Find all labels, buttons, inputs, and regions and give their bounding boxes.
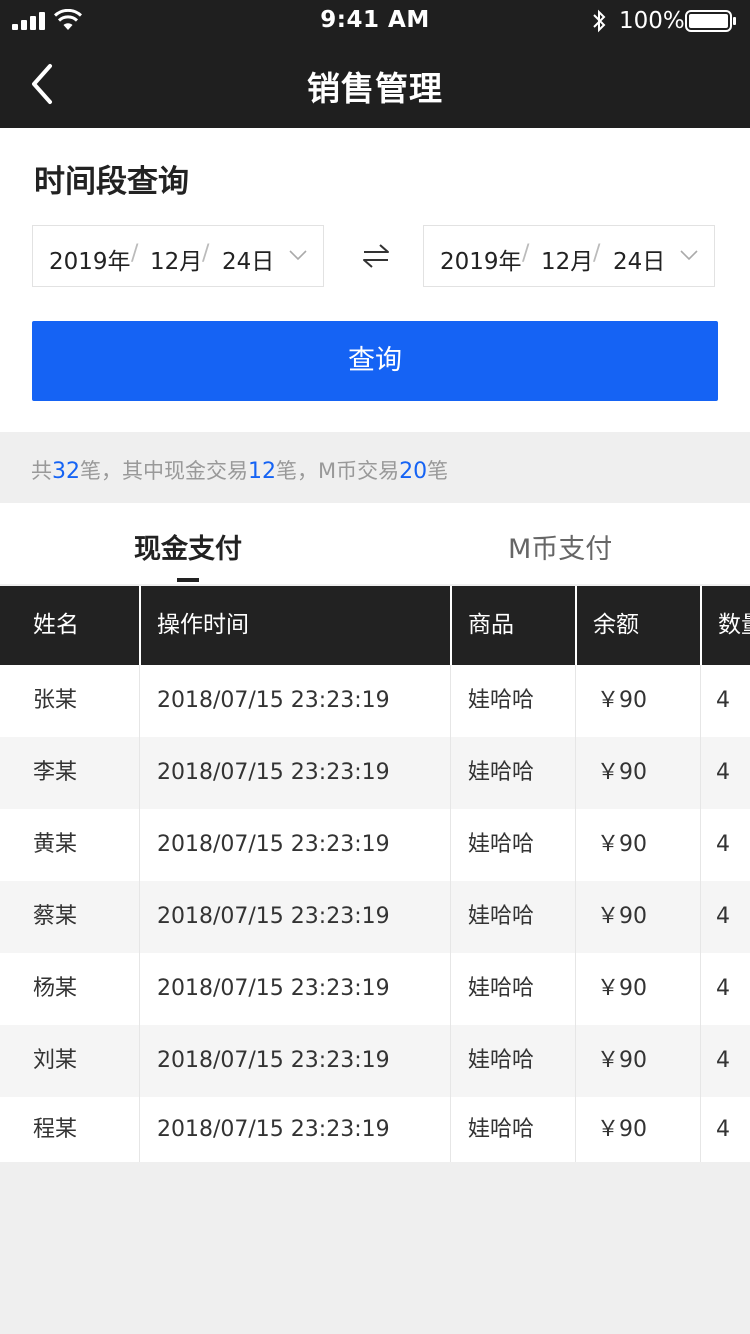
cell-time: 2018/07/15 23:23:19 <box>157 976 390 1001</box>
cell-quantity: 4 <box>716 832 730 857</box>
cell-product: 娃哈哈 <box>468 688 535 713</box>
cell-balance: ￥90 <box>597 976 647 1001</box>
swap-icon[interactable] <box>362 242 390 270</box>
start-day: 24日 <box>222 249 275 275</box>
column-divider <box>450 665 451 1162</box>
column-header-quantity: 数量 <box>718 612 750 638</box>
payment-tabs: 现金支付 M币支付 <box>0 503 750 584</box>
section-title: 时间段查询 <box>34 164 189 200</box>
table-row[interactable]: 刘某 2018/07/15 23:23:19 娃哈哈 ￥90 4 <box>0 1025 750 1097</box>
date-separator: / <box>202 241 210 266</box>
battery-percentage: 100% <box>619 8 685 34</box>
end-date-picker[interactable]: 2019年 / 12月 / 24日 <box>423 225 715 287</box>
chevron-down-icon <box>680 250 698 261</box>
cell-quantity: 4 <box>716 760 730 785</box>
cell-quantity: 4 <box>716 688 730 713</box>
cell-balance: ￥90 <box>597 1117 647 1142</box>
header-divider <box>700 586 702 665</box>
tab-cash-payment[interactable]: 现金支付 <box>134 527 242 566</box>
cell-balance: ￥90 <box>597 688 647 713</box>
cell-quantity: 4 <box>716 904 730 929</box>
table-row[interactable]: 蔡某 2018/07/15 23:23:19 娃哈哈 ￥90 4 <box>0 881 750 953</box>
transaction-summary: 共32笔，其中现金交易12笔，M币交易20笔 <box>0 432 750 502</box>
cell-balance: ￥90 <box>597 1048 647 1073</box>
table-header: 姓名 操作时间 商品 余额 数量 <box>0 586 750 665</box>
header-divider <box>139 586 141 665</box>
cell-name: 杨某 <box>33 976 78 1001</box>
cell-name: 蔡某 <box>33 904 78 929</box>
cell-time: 2018/07/15 23:23:19 <box>157 688 390 713</box>
cell-time: 2018/07/15 23:23:19 <box>157 1117 390 1142</box>
cell-product: 娃哈哈 <box>468 904 535 929</box>
header-divider <box>575 586 577 665</box>
column-header-product: 商品 <box>468 612 514 638</box>
header-divider <box>450 586 452 665</box>
chevron-down-icon <box>289 250 307 261</box>
cell-name: 张某 <box>33 688 78 713</box>
date-separator: / <box>593 241 601 266</box>
cell-product: 娃哈哈 <box>468 1117 535 1142</box>
end-month: 12月 <box>541 249 594 275</box>
date-separator: / <box>131 241 139 266</box>
sales-table: 姓名 操作时间 商品 余额 数量 张某 2018/07/15 23:23:19 … <box>0 586 750 1162</box>
column-header-time: 操作时间 <box>157 612 249 638</box>
end-year: 2019年 <box>440 249 522 275</box>
cell-balance: ￥90 <box>597 760 647 785</box>
start-date-picker[interactable]: 2019年 / 12月 / 24日 <box>32 225 324 287</box>
table-row[interactable]: 杨某 2018/07/15 23:23:19 娃哈哈 ￥90 4 <box>0 953 750 1025</box>
summary-mid1: 笔，其中现金交易 <box>80 459 248 483</box>
summary-cash-count: 12 <box>248 459 276 484</box>
table-row[interactable]: 黄某 2018/07/15 23:23:19 娃哈哈 ￥90 4 <box>0 809 750 881</box>
table-row[interactable]: 李某 2018/07/15 23:23:19 娃哈哈 ￥90 4 <box>0 737 750 809</box>
cell-name: 黄某 <box>33 832 78 857</box>
summary-prefix: 共 <box>31 459 52 483</box>
page-title: 销售管理 <box>307 69 443 108</box>
table-row[interactable]: 张某 2018/07/15 23:23:19 娃哈哈 ￥90 4 <box>0 665 750 737</box>
date-separator: / <box>522 241 530 266</box>
cell-balance: ￥90 <box>597 904 647 929</box>
column-divider <box>139 665 140 1162</box>
cell-time: 2018/07/15 23:23:19 <box>157 760 390 785</box>
cell-name: 刘某 <box>33 1048 78 1073</box>
cell-product: 娃哈哈 <box>468 832 535 857</box>
cell-product: 娃哈哈 <box>468 760 535 785</box>
summary-text: 共32笔，其中现金交易12笔，M币交易20笔 <box>31 455 448 485</box>
summary-total: 32 <box>52 459 80 484</box>
top-bar: 9:41 AM 100% 销售管理 <box>0 0 750 128</box>
active-tab-indicator <box>177 578 199 582</box>
cell-product: 娃哈哈 <box>468 1048 535 1073</box>
table-row[interactable]: 程某 2018/07/15 23:23:19 娃哈哈 ￥90 4 <box>0 1097 750 1162</box>
end-day: 24日 <box>613 249 666 275</box>
cell-time: 2018/07/15 23:23:19 <box>157 832 390 857</box>
cell-balance: ￥90 <box>597 832 647 857</box>
cell-name: 李某 <box>33 760 78 785</box>
cell-quantity: 4 <box>716 976 730 1001</box>
summary-mid2: 笔，M币交易 <box>276 459 400 483</box>
cell-time: 2018/07/15 23:23:19 <box>157 1048 390 1073</box>
query-button[interactable]: 查询 <box>32 321 718 401</box>
column-header-balance: 余额 <box>593 612 639 638</box>
tab-mcoin-payment[interactable]: M币支付 <box>508 527 612 566</box>
cell-quantity: 4 <box>716 1048 730 1073</box>
battery-icon <box>685 10 736 32</box>
navigation-bar: 销售管理 <box>0 42 750 128</box>
column-divider <box>575 665 576 1162</box>
cell-time: 2018/07/15 23:23:19 <box>157 904 390 929</box>
column-divider <box>700 665 701 1162</box>
status-bar: 9:41 AM 100% <box>0 0 750 42</box>
summary-suffix: 笔 <box>427 459 449 483</box>
cell-product: 娃哈哈 <box>468 976 535 1001</box>
bluetooth-icon <box>593 9 606 33</box>
start-year: 2019年 <box>49 249 131 275</box>
column-header-name: 姓名 <box>33 612 79 638</box>
cell-name: 程某 <box>33 1117 78 1142</box>
summary-mcoin-count: 20 <box>399 459 428 484</box>
query-card: 时间段查询 2019年 / 12月 / 24日 2019年 / 12月 / 24… <box>0 128 750 432</box>
cell-quantity: 4 <box>716 1117 730 1142</box>
start-month: 12月 <box>150 249 203 275</box>
